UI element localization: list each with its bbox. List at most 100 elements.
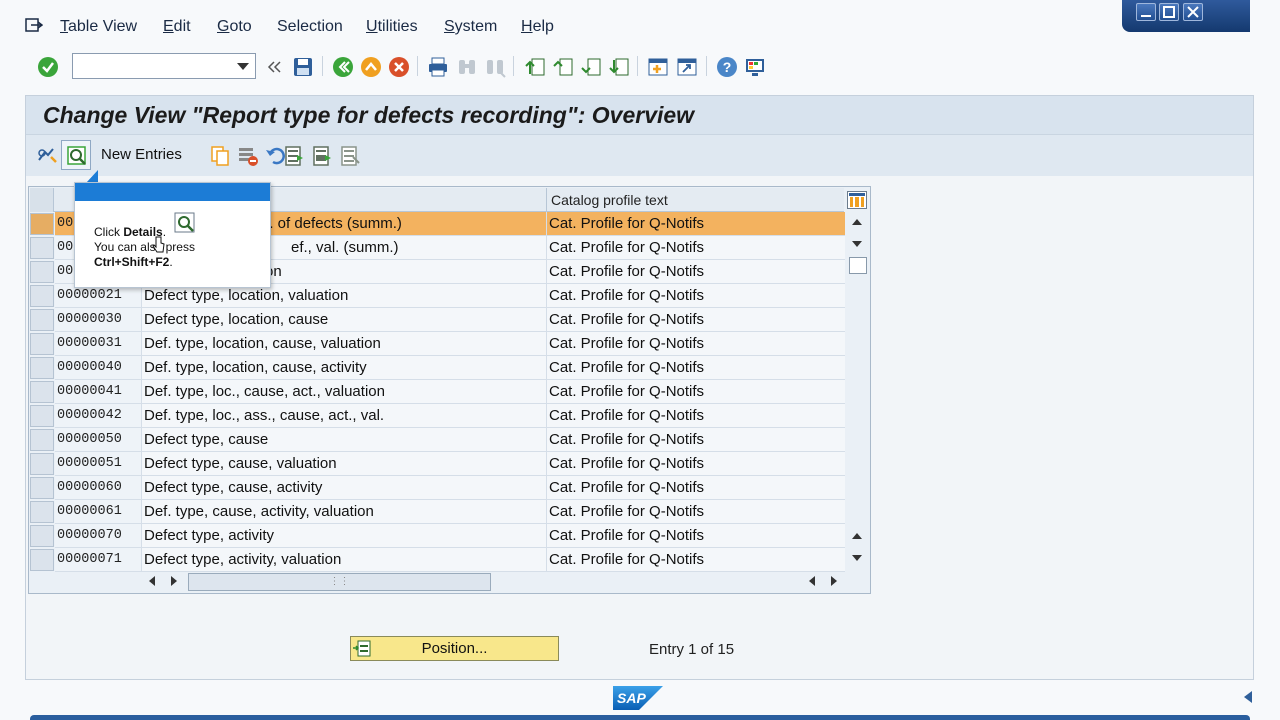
scroll-right-columns-left-arrow-icon[interactable] [809, 576, 815, 586]
delete-icon[interactable] [237, 145, 259, 167]
cell-description[interactable]: Def. type, loc., cause, act., valuation [141, 380, 546, 404]
cell-description[interactable]: Defect type, cause, valuation [141, 452, 546, 476]
exit-icon[interactable] [360, 56, 382, 78]
cell-report-type[interactable]: 00000041 [55, 380, 141, 404]
copy-as-icon[interactable] [209, 145, 231, 167]
cell-catalog-profile[interactable]: Cat. Profile for Q-Notifs [546, 404, 845, 428]
table-row[interactable]: 00000060 Defect type, cause, activity Ca… [30, 476, 845, 500]
expand-status-icon[interactable] [1241, 690, 1255, 704]
new-entries-button[interactable]: New Entries [101, 146, 182, 163]
cell-catalog-profile[interactable]: Cat. Profile for Q-Notifs [546, 212, 845, 236]
select-block-icon[interactable] [311, 145, 333, 167]
table-row[interactable]: 00000061 Def. type, cause, activity, val… [30, 500, 845, 524]
cell-description[interactable]: Defect type, activity [141, 524, 546, 548]
cell-catalog-profile[interactable]: Cat. Profile for Q-Notifs [546, 452, 845, 476]
cell-catalog-profile[interactable]: Cat. Profile for Q-Notifs [546, 476, 845, 500]
cell-description[interactable]: Defect type, location, cause [141, 308, 546, 332]
menu-item-selection[interactable]: Selection [277, 18, 343, 36]
menu-item-system[interactable]: System [444, 18, 497, 36]
cell-report-type[interactable]: 00000070 [55, 524, 141, 548]
cell-report-type[interactable]: 00000071 [55, 548, 141, 572]
cell-catalog-profile[interactable]: Cat. Profile for Q-Notifs [546, 260, 845, 284]
customize-layout-icon[interactable] [744, 56, 766, 78]
cell-catalog-profile[interactable]: Cat. Profile for Q-Notifs [546, 356, 845, 380]
cell-catalog-profile[interactable]: Cat. Profile for Q-Notifs [546, 332, 845, 356]
enter-checkmark-icon[interactable] [37, 56, 59, 78]
cell-description[interactable]: Def. type, loc., ass., cause, act., val. [141, 404, 546, 428]
select-all-rows-cell[interactable] [30, 188, 54, 212]
row-selector[interactable] [30, 453, 54, 475]
collapse-left-icon[interactable] [266, 56, 282, 78]
previous-page-icon[interactable] [552, 56, 574, 78]
cell-report-type[interactable]: 00000060 [55, 476, 141, 500]
row-selector[interactable] [30, 501, 54, 523]
cell-description[interactable]: Def. type, location, cause, valuation [141, 332, 546, 356]
next-page-icon[interactable] [580, 56, 602, 78]
cell-description[interactable]: Defect type, activity, valuation [141, 548, 546, 572]
table-row[interactable]: 00000051 Defect type, cause, valuation C… [30, 452, 845, 476]
create-session-icon[interactable] [647, 56, 669, 78]
cell-catalog-profile[interactable]: Cat. Profile for Q-Notifs [546, 308, 845, 332]
row-selector[interactable] [30, 405, 54, 427]
row-selector[interactable] [30, 333, 54, 355]
table-row[interactable]: 00000040 Def. type, location, cause, act… [30, 356, 845, 380]
cell-report-type[interactable]: 00000061 [55, 500, 141, 524]
row-selector[interactable] [30, 261, 54, 283]
scroll-right-columns-right-arrow-icon[interactable] [831, 576, 837, 586]
page-down-arrow-icon[interactable] [852, 555, 862, 561]
menu-icon[interactable] [25, 17, 43, 33]
deselect-all-icon[interactable] [339, 145, 361, 167]
first-page-icon[interactable] [524, 56, 546, 78]
menu-item-utilities[interactable]: Utilities [366, 18, 418, 36]
row-selector[interactable] [30, 237, 54, 259]
row-selector[interactable] [30, 309, 54, 331]
close-button[interactable] [1183, 3, 1203, 21]
cell-description[interactable]: Def. type, location, cause, activity [141, 356, 546, 380]
select-all-icon[interactable] [283, 145, 305, 167]
cell-description[interactable]: Defect type, cause [141, 428, 546, 452]
back-icon[interactable] [332, 56, 354, 78]
row-selector[interactable] [30, 285, 54, 307]
last-page-icon[interactable] [608, 56, 630, 78]
row-selector[interactable] [30, 357, 54, 379]
cell-catalog-profile[interactable]: Cat. Profile for Q-Notifs [546, 236, 845, 260]
row-selector[interactable] [30, 381, 54, 403]
menu-item-table-view[interactable]: Table View [60, 18, 137, 36]
cell-catalog-profile[interactable]: Cat. Profile for Q-Notifs [546, 500, 845, 524]
cell-report-type[interactable]: 00000050 [55, 428, 141, 452]
cell-catalog-profile[interactable]: Cat. Profile for Q-Notifs [546, 380, 845, 404]
command-field[interactable] [72, 53, 256, 79]
row-selector[interactable] [30, 525, 54, 547]
scroll-right-arrow-icon[interactable] [171, 576, 177, 586]
maximize-button[interactable] [1159, 3, 1179, 21]
horizontal-scroll-thumb[interactable]: ⋮⋮ [188, 573, 491, 591]
table-settings-icon[interactable] [847, 191, 867, 209]
chevron-down-icon[interactable] [237, 63, 249, 70]
table-row[interactable]: 00000070 Defect type, activity Cat. Prof… [30, 524, 845, 548]
table-row[interactable]: 00000042 Def. type, loc., ass., cause, a… [30, 404, 845, 428]
print-icon[interactable] [427, 56, 449, 78]
cell-catalog-profile[interactable]: Cat. Profile for Q-Notifs [546, 428, 845, 452]
cell-report-type[interactable]: 00000051 [55, 452, 141, 476]
cell-description[interactable]: Defect type, cause, activity [141, 476, 546, 500]
minimize-button[interactable] [1136, 3, 1156, 21]
row-selector[interactable] [30, 213, 54, 235]
scroll-up-arrow-icon[interactable] [852, 219, 862, 225]
menu-item-help[interactable]: Help [521, 18, 554, 36]
scroll-down-arrow-icon[interactable] [852, 241, 862, 247]
help-icon[interactable]: ? [716, 56, 738, 78]
save-icon[interactable] [292, 56, 314, 78]
menu-item-edit[interactable]: Edit [163, 18, 191, 36]
cell-report-type[interactable]: 00000030 [55, 308, 141, 332]
table-row[interactable]: 00000050 Defect type, cause Cat. Profile… [30, 428, 845, 452]
table-row[interactable]: 00000031 Def. type, location, cause, val… [30, 332, 845, 356]
cell-catalog-profile[interactable]: Cat. Profile for Q-Notifs [546, 548, 845, 572]
cell-report-type[interactable]: 00000031 [55, 332, 141, 356]
position-button[interactable]: Position... [350, 636, 559, 661]
row-selector[interactable] [30, 549, 54, 571]
vertical-scroll-thumb[interactable] [849, 257, 867, 274]
cell-report-type[interactable]: 00000040 [55, 356, 141, 380]
cell-catalog-profile[interactable]: Cat. Profile for Q-Notifs [546, 284, 845, 308]
row-selector[interactable] [30, 429, 54, 451]
menu-item-goto[interactable]: Goto [217, 18, 252, 36]
